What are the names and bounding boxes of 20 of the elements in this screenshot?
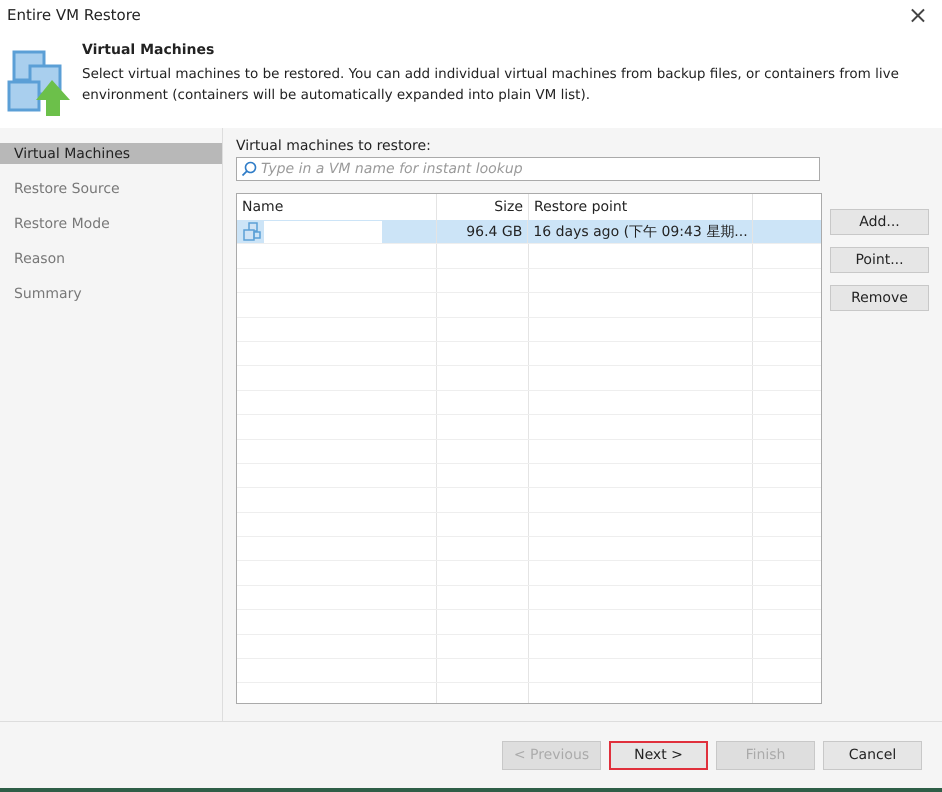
- side-button[interactable]: Point...: [830, 247, 929, 273]
- side-button[interactable]: Remove: [830, 285, 929, 311]
- list-label: Virtual machines to restore:: [236, 138, 432, 154]
- side-button[interactable]: Add...: [830, 209, 929, 235]
- sidebar-item[interactable]: Restore Source: [0, 178, 222, 199]
- search-field[interactable]: Type in a VM name for instant lookup: [236, 157, 820, 181]
- window-title: Entire VM Restore: [7, 6, 141, 24]
- sidebar-item[interactable]: Summary: [0, 283, 222, 304]
- sidebar-item[interactable]: Restore Mode: [0, 213, 222, 234]
- sidebar-item[interactable]: Reason: [0, 248, 222, 269]
- wizard-button[interactable]: Cancel: [823, 740, 922, 770]
- wizard-button[interactable]: Next >: [609, 740, 708, 770]
- close-button[interactable]: ×: [904, 3, 932, 27]
- table-row[interactable]: 96.4 GB 16 days ago (下午 09:43 星期...: [237, 220, 821, 244]
- page-description: Select virtual machines to be restored. You can add individual virtual machines from backup files, or containers from live environment (containers will be automatically expanded into plain VM list).: [82, 65, 900, 105]
- table-cell: 96.4 GB: [436, 220, 528, 244]
- page-title: Virtual Machines: [82, 42, 216, 58]
- sidebar-item[interactable]: Virtual Machines: [0, 143, 222, 164]
- table-cell: 16 days ago (下午 09:43 星期...: [528, 220, 754, 244]
- vm-icon: [242, 222, 262, 242]
